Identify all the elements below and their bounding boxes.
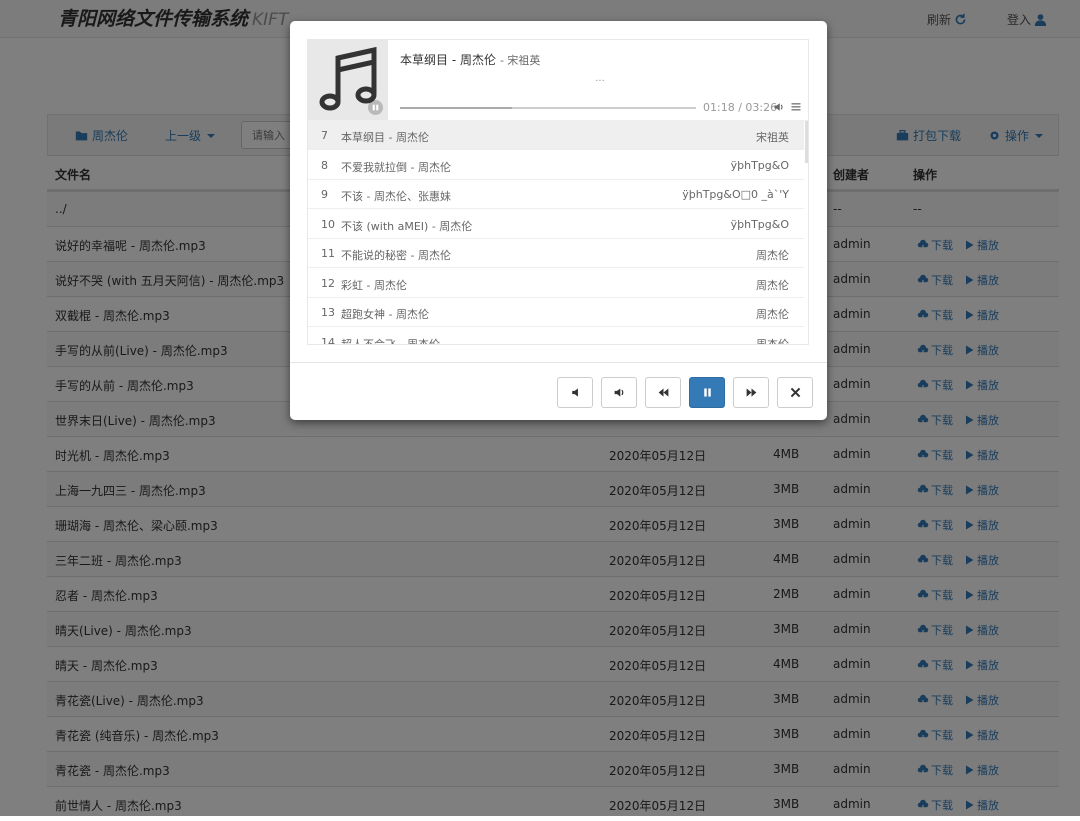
playlist: 14 超人不会飞 - 周杰伦 周杰伦 13 超跑女神 - 周杰伦 周杰伦 12 彩虹 - 周杰… — [308, 120, 808, 345]
menu-icon[interactable] — [790, 101, 802, 113]
volume-down-button[interactable] — [557, 377, 593, 408]
previous-button[interactable] — [645, 377, 681, 408]
song-artist: - 宋祖英 — [499, 54, 541, 67]
playlist-item[interactable]: 7 本草纲目 - 周杰伦 宋祖英 — [308, 121, 804, 150]
progress-fill — [400, 107, 513, 109]
album-cover — [308, 40, 388, 120]
playlist-title: 不该 (with aMEI) - 周杰伦 — [341, 219, 473, 233]
playlist-index: 13 — [321, 306, 335, 319]
song-name: 本草纲目 - 周杰伦 — [400, 53, 496, 67]
playlist-index: 12 — [321, 276, 335, 290]
playlist-author: 周杰伦 — [756, 278, 789, 292]
audio-player: 本草纲目 - 周杰伦 - 宋祖英 ... 01:18 / 03:26 14 超人不会… — [307, 39, 809, 345]
playlist-author: 周杰伦 — [756, 249, 789, 262]
pause-icon — [703, 388, 711, 397]
playlist-item[interactable]: 10 不该 (with aMEI) - 周杰伦 ÿþhTpg&O — [308, 210, 804, 239]
playlist-item[interactable]: 9 不该 - 周杰伦、张惠妹 ÿþhTpg&O□0 _à`'Y — [308, 180, 804, 209]
playlist-item[interactable]: 13 超跑女神 - 周杰伦 周杰伦 — [308, 298, 804, 327]
playlist-title: 超人不会飞 - 周杰伦 — [341, 337, 440, 345]
playlist-item[interactable]: 12 彩虹 - 周杰伦 周杰伦 — [308, 269, 804, 298]
playlist-scrollbar[interactable] — [805, 121, 808, 163]
pause-icon — [372, 104, 379, 111]
song-title: 本草纲目 - 周杰伦 - 宋祖英 — [400, 51, 540, 68]
playlist-author: ÿþhTpg&O — [730, 217, 789, 231]
modal-footer — [290, 362, 827, 420]
forward-icon — [746, 388, 756, 397]
playlist-title: 彩虹 - 周杰伦 — [341, 278, 407, 292]
playlist-author: 周杰伦 — [756, 308, 789, 321]
playlist-author: 周杰伦 — [756, 337, 789, 345]
pause-button[interactable] — [689, 377, 725, 408]
playlist-item[interactable]: 8 不爱我就拉倒 - 周杰伦 ÿþhTpg&O — [308, 151, 804, 180]
playlist-index: 14 — [321, 335, 335, 345]
playlist-title: 不爱我就拉倒 - 周杰伦 — [341, 160, 451, 174]
playlist-author: 宋祖英 — [756, 131, 789, 144]
lyric-line: ... — [595, 73, 605, 84]
playlist-index: 7 — [321, 129, 328, 142]
volume-up-button[interactable] — [601, 377, 637, 408]
music-player-modal: 本草纲目 - 周杰伦 - 宋祖英 ... 01:18 / 03:26 14 超人不会… — [290, 21, 827, 420]
volume-up-icon — [614, 388, 623, 397]
playlist-item[interactable]: 11 不能说的秘密 - 周杰伦 周杰伦 — [308, 239, 804, 268]
playlist-title: 不该 - 周杰伦、张惠妹 — [341, 190, 451, 203]
playback-time: 01:18 / 03:26 — [703, 101, 778, 114]
playlist-author: ÿþhTpg&O — [730, 158, 789, 172]
close-icon — [790, 387, 800, 398]
progress-bar[interactable] — [400, 107, 696, 109]
playlist-index: 11 — [321, 247, 335, 260]
playlist-index: 10 — [321, 217, 335, 231]
playlist-index: 8 — [321, 158, 328, 172]
playlist-title: 不能说的秘密 - 周杰伦 — [341, 249, 451, 262]
next-button[interactable] — [733, 377, 769, 408]
playlist-item[interactable]: 14 超人不会飞 - 周杰伦 周杰伦 — [308, 328, 804, 345]
playlist-title: 本草纲目 - 周杰伦 — [341, 131, 429, 144]
volume-icon[interactable] — [773, 101, 785, 113]
playlist-title: 超跑女神 - 周杰伦 — [341, 308, 429, 321]
close-button[interactable] — [777, 377, 813, 408]
playlist-index: 9 — [321, 188, 328, 201]
playlist-author: ÿþhTpg&O□0 _à`'Y — [682, 188, 789, 201]
backward-icon — [658, 388, 668, 397]
cover-pause-button[interactable] — [368, 100, 383, 115]
volume-down-icon — [571, 388, 578, 397]
